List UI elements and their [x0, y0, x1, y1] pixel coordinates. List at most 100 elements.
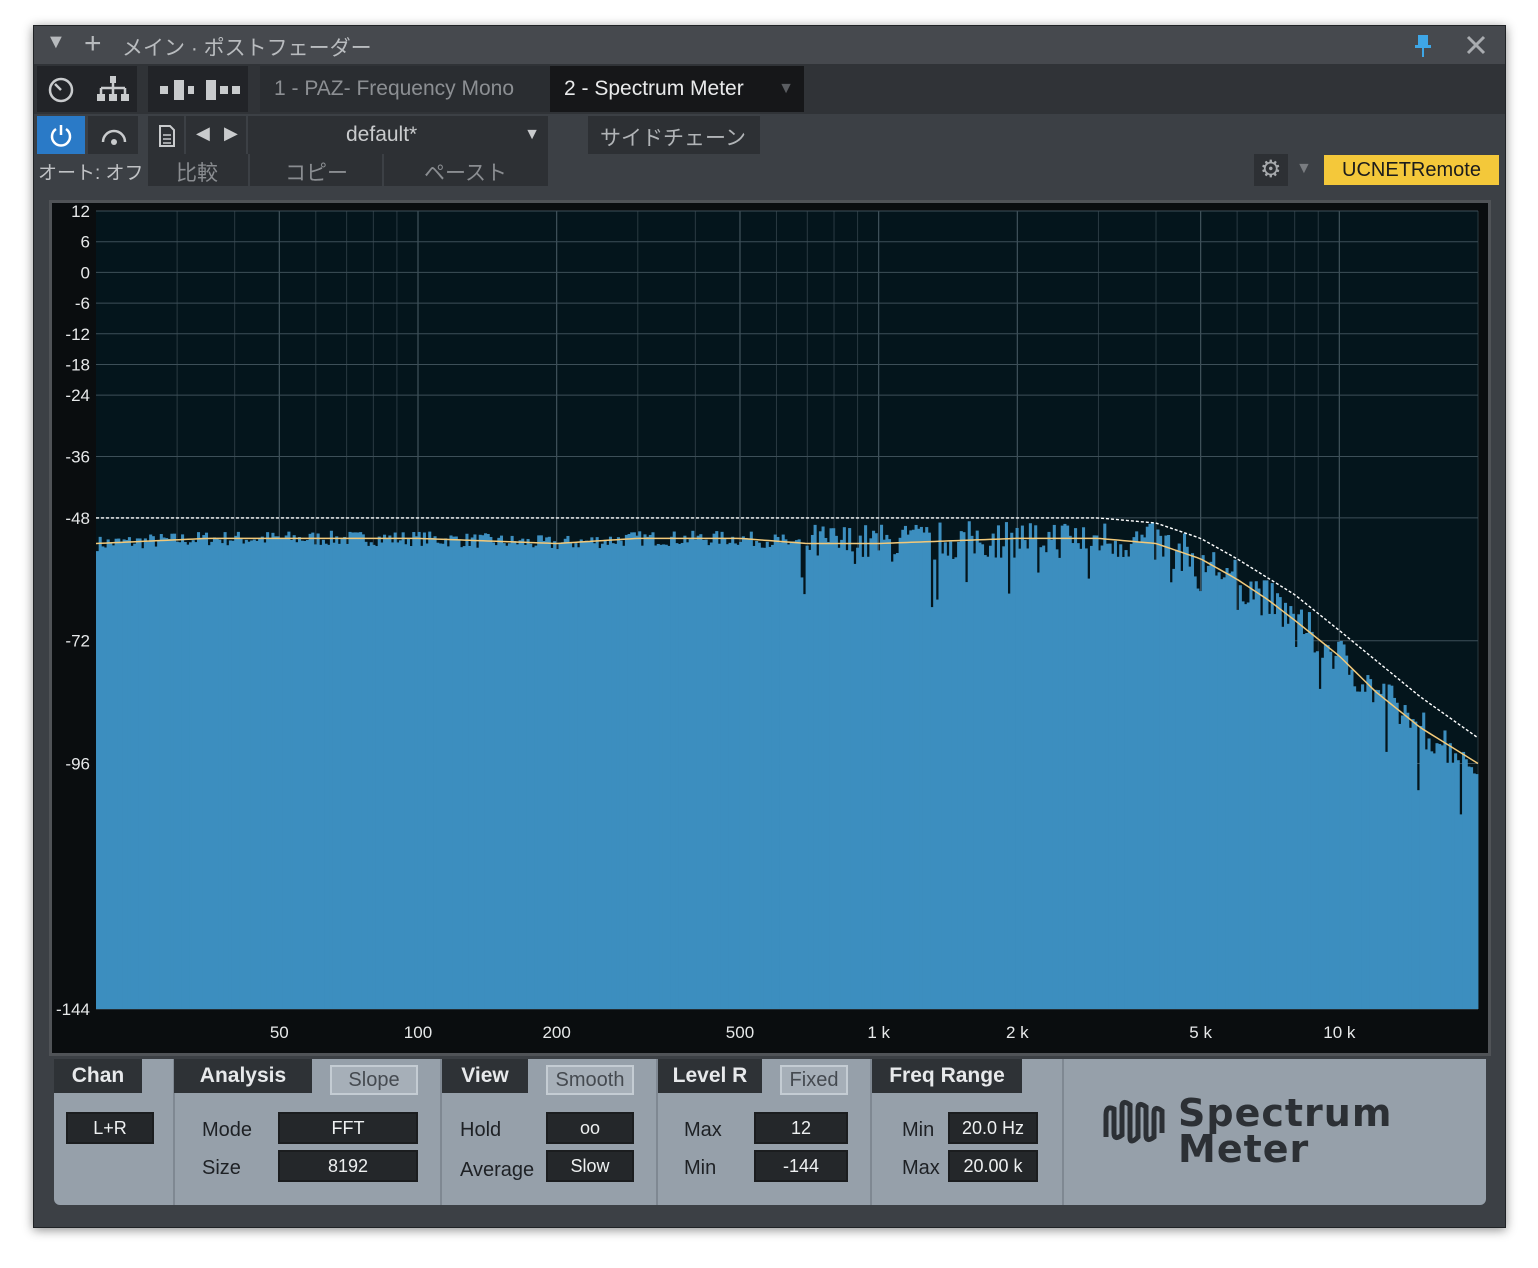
insert-after-icon[interactable]	[204, 76, 244, 104]
spectrum-bar	[1424, 749, 1428, 1009]
spectrum-bar	[933, 559, 937, 1009]
spectrum-bar	[505, 545, 509, 1009]
spectrum-bar	[1337, 641, 1341, 1009]
spectrum-bar	[1305, 633, 1309, 1009]
spectrum-bar	[1310, 631, 1314, 1009]
spectrum-bar	[98, 536, 102, 1009]
spectrum-bar	[994, 557, 998, 1009]
spectrum-bar	[765, 541, 769, 1009]
spectrum-bar	[210, 541, 214, 1009]
sidechain-button[interactable]: サイドチェーン	[588, 116, 760, 154]
preset-menu-button[interactable]	[148, 116, 184, 154]
spectrum-bar	[356, 532, 360, 1009]
spectrum-bar	[1151, 522, 1155, 1009]
spectrum-bar	[170, 533, 174, 1009]
y-tick-label: 12	[71, 203, 90, 221]
spectrum-bar	[630, 532, 634, 1009]
power-button[interactable]	[37, 116, 85, 154]
preset-select[interactable]: default* ▼	[248, 116, 548, 154]
size-field[interactable]: 8192	[278, 1150, 418, 1182]
settings-dropdown-icon[interactable]: ▼	[1296, 160, 1312, 178]
spectrum-bar	[1020, 525, 1024, 1009]
spectrum-bar	[1475, 774, 1479, 1009]
spectrum-bar	[986, 556, 990, 1009]
prev-preset-icon[interactable]: ◀	[196, 123, 210, 144]
spectrum-bar	[957, 541, 961, 1009]
fixed-toggle[interactable]: Fixed	[780, 1065, 848, 1095]
spectrum-bar	[1419, 725, 1423, 1009]
chan-field[interactable]: L+R	[66, 1112, 154, 1144]
spectrum-bar	[1217, 572, 1221, 1009]
spectrum-bar	[577, 547, 581, 1009]
bypass-button[interactable]	[88, 116, 138, 154]
freq-range-header: Freq Range	[872, 1059, 1022, 1093]
spectrum-bar	[909, 530, 913, 1009]
spectrum-bar	[340, 539, 344, 1009]
add-icon[interactable]: +	[84, 27, 102, 61]
routing-buttons	[37, 66, 137, 112]
spectrum-bar	[1345, 655, 1349, 1009]
average-field[interactable]: Slow	[546, 1150, 634, 1182]
spectrum-bar	[223, 532, 227, 1009]
freq-min-field[interactable]: 20.0 Hz	[948, 1112, 1038, 1144]
pin-icon[interactable]	[1414, 34, 1432, 58]
spectrum-chart[interactable]: 12 6 0 -6 -12 -18 -24 -36 -48 -72 -96 -144 50 100 200 5…	[49, 200, 1491, 1056]
compare-button[interactable]: 比較	[148, 154, 248, 186]
spectrum-bar	[797, 539, 801, 1009]
spectrum-bar	[457, 539, 461, 1009]
close-icon[interactable]	[1466, 35, 1486, 55]
insert-before-icon[interactable]	[156, 76, 196, 104]
spectrum-bar	[436, 542, 440, 1009]
spectrum-bar	[813, 524, 817, 1009]
spectrum-bar	[1382, 683, 1386, 1009]
paste-button[interactable]: ペースト	[384, 154, 548, 186]
tab-spectrum-meter[interactable]: 2 - Spectrum Meter ▼	[550, 66, 804, 112]
remote-badge[interactable]: UCNETRemote	[1324, 155, 1499, 185]
mode-field[interactable]: FFT	[278, 1112, 418, 1144]
level-max-field[interactable]: 12	[754, 1112, 848, 1144]
settings-button[interactable]: ⚙	[1254, 154, 1288, 186]
freq-max-field[interactable]: 20.00 k	[948, 1150, 1038, 1182]
spectrum-bar	[1456, 760, 1460, 1009]
spectrum-bar	[1095, 535, 1099, 1009]
spectrum-bar	[1209, 561, 1213, 1009]
spectrum-bar	[1252, 599, 1256, 1009]
spectrum-bar	[263, 542, 267, 1009]
spectrum-bar	[919, 526, 923, 1009]
y-tick-label: -12	[65, 325, 90, 344]
spectrum-bar	[1342, 644, 1346, 1009]
spectrum-bar	[821, 526, 825, 1009]
x-tick-label: 100	[404, 1023, 432, 1042]
spectrum-bar	[1347, 674, 1351, 1009]
freq-max-label: Max	[902, 1157, 940, 1179]
spectrum-bar	[157, 540, 161, 1009]
level-min-field[interactable]: -144	[754, 1150, 848, 1182]
spectrum-bar	[1026, 548, 1030, 1009]
spectrum-bar	[1172, 568, 1176, 1009]
spectrum-bar	[189, 542, 193, 1009]
spectrum-bar	[149, 534, 153, 1009]
slope-toggle[interactable]: Slope	[330, 1065, 418, 1095]
spectrum-bar	[561, 542, 565, 1009]
clock-icon[interactable]	[47, 76, 75, 104]
hold-field[interactable]: oo	[546, 1112, 634, 1144]
spectrum-bar	[1230, 571, 1234, 1009]
spectrum-bar	[292, 535, 296, 1009]
spectrum-bar	[191, 540, 195, 1009]
smooth-toggle[interactable]: Smooth	[546, 1065, 634, 1095]
spectrum-bar	[1406, 712, 1410, 1009]
spectrum-bar	[571, 547, 575, 1009]
next-preset-icon[interactable]: ▶	[224, 123, 238, 144]
spectrum-bar	[361, 534, 365, 1009]
spectrum-bar	[1268, 613, 1272, 1009]
spectrum-bar	[513, 541, 517, 1009]
tab-paz-frequency[interactable]: 1 - PAZ- Frequency Mono	[260, 66, 550, 112]
copy-button[interactable]: コピー	[250, 154, 382, 186]
spectrum-bar	[1398, 723, 1402, 1009]
spectrum-bar	[319, 544, 323, 1009]
spectrum-bar	[864, 525, 868, 1009]
routing-icon[interactable]	[95, 74, 131, 104]
spectrum-bar	[1392, 697, 1397, 1009]
tab-dropdown-icon[interactable]: ▼	[778, 66, 794, 112]
collapse-icon[interactable]: ▼	[46, 31, 66, 54]
